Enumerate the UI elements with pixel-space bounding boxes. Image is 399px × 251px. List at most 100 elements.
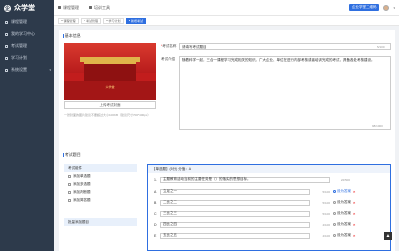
option-row-a: A 立足之一 5/100 设为答案 × — [154, 188, 386, 195]
add-true-false[interactable]: 添加判断题 — [64, 188, 137, 196]
answer-radio[interactable] — [333, 223, 336, 226]
bulk-add-title[interactable]: 批量添加题目 — [64, 218, 137, 226]
option-label: 添加简答题 — [73, 197, 91, 202]
logo[interactable]: 企 众学堂 — [0, 0, 54, 16]
question-stem-input[interactable]: 主题教育活动当前的主要任务是（）的落实的思想目标。 — [160, 176, 330, 183]
option-counter: 4/100 — [322, 233, 330, 238]
section-title-text: 考试题目 — [64, 152, 81, 157]
top-tab-tools[interactable]: 培训工具 — [89, 5, 110, 11]
input-value: 主题教育活动当前的主要任务是（）的落实的思想目标。 — [163, 177, 251, 181]
sidebar-item-settings[interactable]: 系统设置 ▾ — [0, 64, 54, 76]
option-label: 添加单选题 — [73, 173, 91, 178]
question-editor: 【单选题】(5分) 分值：A 1. 主题教育活动当前的主要任务是（）的落实的思想… — [147, 164, 391, 251]
avatar[interactable] — [383, 4, 390, 11]
upload-cover-button[interactable]: 上传考试封面 — [64, 101, 156, 109]
answer-label: 设为答案 — [337, 233, 351, 237]
logo-text: 众学堂 — [14, 5, 35, 12]
section-bar — [63, 34, 64, 38]
tab-label: 考试管理 — [86, 18, 99, 23]
answer-label: 设为答案 — [337, 200, 351, 204]
input-value: 四比之四 — [163, 222, 177, 226]
option-counter: 5/100 — [322, 189, 330, 194]
add-single-choice[interactable]: 添加单选题 — [64, 172, 137, 180]
answer-radio[interactable] — [333, 201, 336, 204]
checkbox-icon — [68, 190, 71, 194]
sidebar-item-label: 课程管理 — [11, 19, 27, 24]
delete-icon[interactable]: × — [353, 200, 355, 205]
section-bar — [63, 153, 64, 157]
section-title-text: 基本信息 — [64, 33, 81, 38]
sidebar-item-exam[interactable]: 考试管理 — [0, 40, 54, 52]
option-row-d: D 四比之四 4/100 设为答案 × — [154, 221, 386, 228]
add-short-answer[interactable]: 添加简答题 — [64, 196, 137, 204]
answer-radio[interactable] — [333, 234, 336, 237]
delete-icon[interactable]: × — [353, 222, 355, 227]
option-input[interactable]: 四比之四 — [160, 221, 310, 228]
sidebar: 企 众学堂 课程管理 我的学习中心 考试管理 学习计划 系统设置 ▾ — [0, 0, 54, 251]
logo-icon: 企 — [4, 4, 11, 12]
option-input[interactable]: 立足之一 — [160, 188, 310, 195]
input-value: 请填写考试题目 — [182, 45, 207, 49]
page-tabs: 课程管理 考试管理 学习计划 新增考试 — [54, 16, 399, 26]
option-input[interactable]: 五比之五 — [160, 232, 310, 239]
option-row-b: B 二比之二 5/100 设为答案 × — [154, 199, 386, 206]
tab-exam[interactable]: 考试管理 — [80, 17, 102, 24]
answer-radio[interactable] — [333, 190, 336, 193]
upload-hint: 一张封面的图片建议不要超过大小100KB（建议尺寸700*400px） — [64, 113, 151, 117]
stem-counter: 22/500 — [340, 177, 350, 182]
top-tab-course[interactable]: 课程管理 — [58, 5, 79, 11]
top-tab-label: 培训工具 — [94, 4, 110, 10]
input-value: 三比之三 — [163, 211, 177, 215]
delete-icon[interactable]: × — [353, 211, 355, 216]
input-value: 五比之五 — [163, 233, 177, 237]
cover-caption: 众学堂 — [105, 85, 115, 89]
option-label: 添加判断题 — [73, 189, 91, 194]
chevron-down-icon[interactable]: ▾ — [393, 6, 395, 10]
exam-name-label: *考试名称 — [161, 44, 177, 48]
exam-name-input[interactable]: 请填写考试题目 — [179, 43, 391, 50]
main-content: 基本信息 众学堂 上传考试封面 一张封面的图片建议不要超过大小100KB（建议尺… — [59, 30, 395, 251]
option-counter: 5/100 — [322, 200, 330, 205]
question-type-panel: 考试组件 添加单选题 添加多选题 添加判断题 添加简答题 批量添加题目 — [64, 164, 137, 251]
tab-new-exam[interactable]: 新增考试 — [125, 17, 147, 24]
delete-icon[interactable]: × — [353, 189, 355, 194]
delete-icon[interactable]: × — [353, 233, 355, 238]
tab-plan[interactable]: 学习计划 — [103, 17, 124, 24]
top-bar: 课程管理 培训工具 企业学堂二维码 ▾ — [54, 0, 399, 16]
edit-icon — [5, 44, 8, 48]
exam-intro-counter: 98/1000 — [372, 124, 383, 128]
exam-name-counter: 5/100 — [377, 45, 385, 49]
sidebar-item-course[interactable]: 课程管理 — [0, 16, 54, 28]
checkbox-icon — [68, 198, 71, 202]
sidebar-item-plan[interactable]: 学习计划 — [0, 52, 54, 64]
cover-image: 众学堂 — [64, 43, 156, 100]
exam-intro-textarea[interactable]: 随着科学一起，三合一课程学习完成相关的知识。广大企业、单位在进行内部考核或者培训… — [179, 56, 391, 130]
dot-icon — [106, 19, 108, 22]
sidebar-item-label: 我的学习中心 — [11, 31, 35, 36]
sidebar-item-label: 考试管理 — [11, 43, 27, 48]
tab-label: 课程管理 — [63, 18, 76, 23]
section-title-basic: 基本信息 — [63, 33, 81, 39]
scroll-top-icon[interactable]: ▲ — [384, 232, 392, 240]
sidebar-item-learning-center[interactable]: 我的学习中心 — [0, 28, 54, 40]
calendar-icon — [5, 56, 8, 60]
answer-label: 设为答案 — [337, 189, 351, 193]
dot-icon — [128, 19, 131, 22]
input-value: 二比之二 — [163, 200, 177, 204]
qrcode-button[interactable]: 企业学堂二维码 — [348, 4, 380, 11]
answer-radio[interactable] — [333, 212, 336, 215]
option-input[interactable]: 二比之二 — [160, 199, 310, 206]
input-value: 立足之一 — [163, 189, 177, 193]
tab-course[interactable]: 课程管理 — [58, 17, 79, 24]
add-multi-choice[interactable]: 添加多选题 — [64, 180, 137, 188]
question-header: 【单选题】(5分) 分值：A — [148, 165, 390, 173]
sidebar-item-label: 系统设置 — [11, 67, 27, 72]
question-stem-row: 1. 主题教育活动当前的主要任务是（）的落实的思想目标。 22/500 — [154, 176, 386, 183]
option-input[interactable]: 三比之三 — [160, 210, 310, 217]
option-label: 添加多选题 — [73, 181, 91, 186]
top-tab-label: 课程管理 — [63, 4, 79, 10]
option-counter: 4/100 — [322, 222, 330, 227]
cover-gate — [84, 61, 136, 81]
option-row-e: E 五比之五 4/100 设为答案 × — [154, 232, 386, 239]
checkbox-icon — [68, 182, 71, 186]
